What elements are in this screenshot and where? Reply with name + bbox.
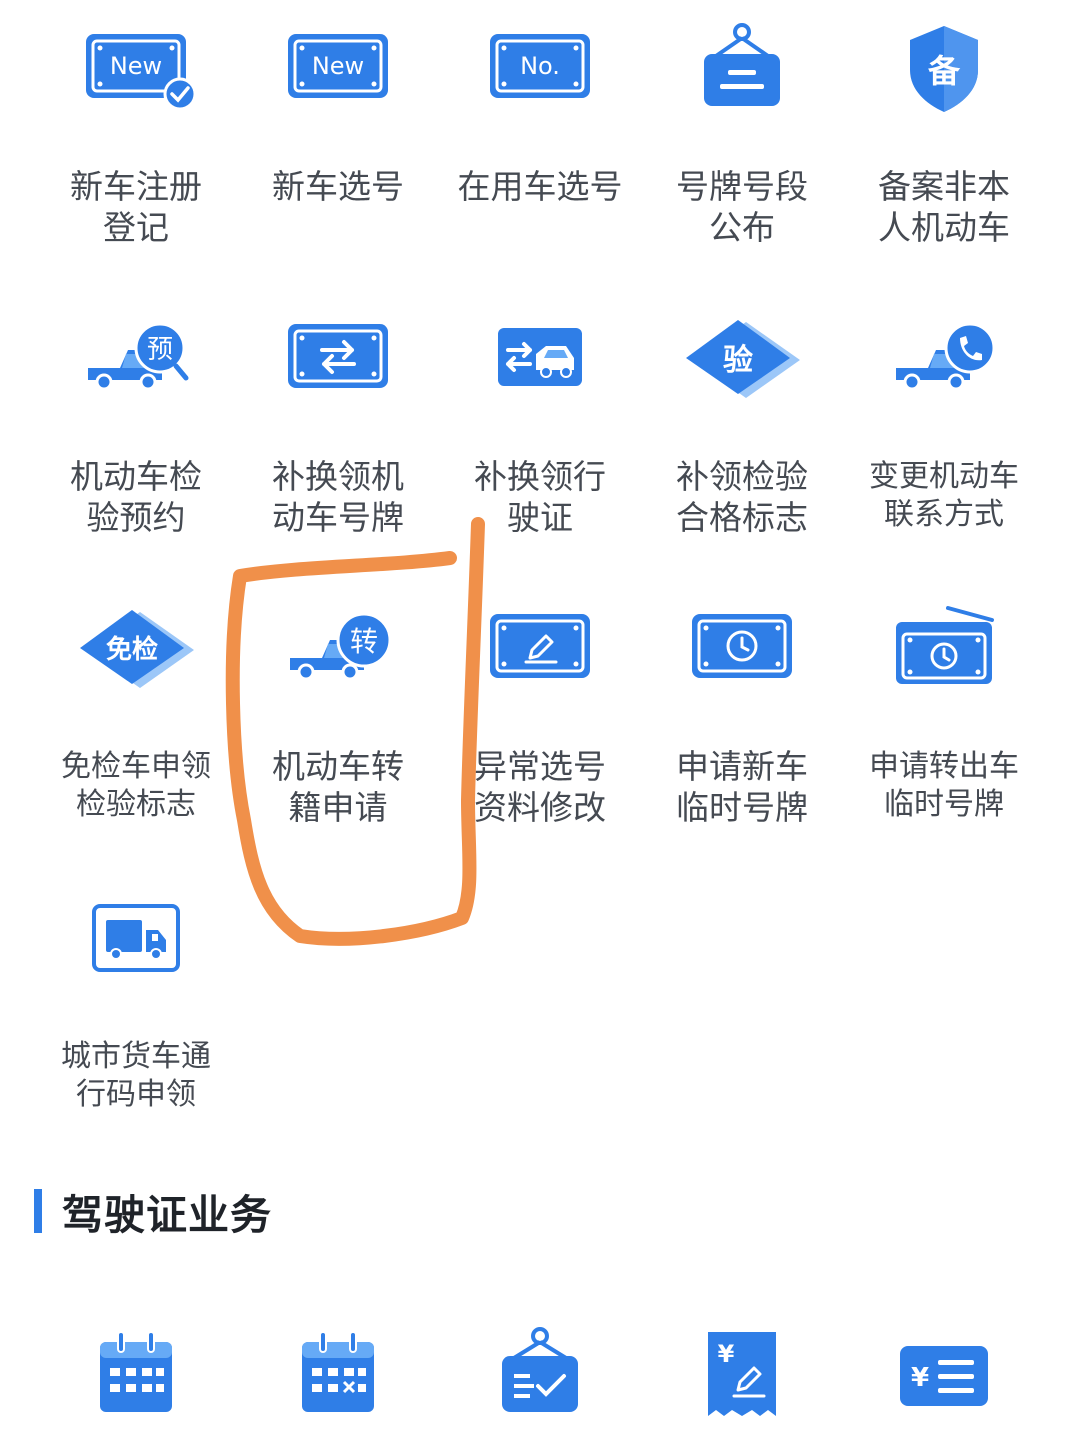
truck-phone-icon [884,310,1004,410]
badge-text: 验 [723,343,753,378]
new-plate-check-icon: New [76,20,196,120]
badge-text: New [110,52,162,80]
calendar-icon [76,1324,196,1424]
fee-list-icon: ¥ [884,1324,1004,1424]
tile-label: 补换领机 动车号牌 [272,457,404,537]
calendar-cancel-icon [278,1324,398,1424]
plate-edit-icon [480,600,600,700]
section-header-driving-license: 驾驶证业务 [34,1186,272,1239]
badge-text: New [312,52,364,80]
tile-label: 免检车申领 检验标志 [61,749,211,822]
tile-label: 变更机动车 联系方式 [869,459,1019,532]
hanging-sign-icon [682,20,802,120]
badge-text: 免检 [106,634,158,665]
tile-label: 备案非本 人机动车 [878,167,1010,247]
exempt-diamond-icon: 免检 [76,600,196,700]
badge-text: ¥ [718,1340,735,1368]
tile-label: 申请新车 临时号牌 [676,747,808,827]
tile-label: 城市货车通 行码申领 [61,1039,211,1112]
number-plate-icon: No. [480,20,600,120]
badge-text: 预 [147,335,173,365]
tile-label: 新车选号 [272,167,404,206]
tile-label: 机动车转 籍申请 [272,747,404,827]
temp-plate-clock-icon [682,600,802,700]
badge-text: 备 [928,52,961,90]
new-plate-icon: New [278,20,398,120]
plate-exchange-icon [278,310,398,410]
section-accent-bar [34,1189,42,1233]
inspection-diamond-icon: 验 [682,310,802,410]
tile-label: 机动车检 验预约 [70,457,202,537]
temp-plate-radio-icon [884,600,1004,700]
tile-label: 补领检验 合格标志 [676,457,808,537]
tile-label: 在用车选号 [457,167,623,206]
tile-label: 补换领行 驶证 [474,457,606,537]
tile-label: 新车注册 登记 [70,167,202,247]
tile-label: 异常选号 资料修改 [474,747,606,827]
section-title: 驾驶证业务 [62,1191,272,1239]
truck-appointment-icon: 预 [76,310,196,410]
record-shield-icon: 备 [884,20,1004,120]
license-exchange-icon [480,310,600,410]
badge-text: 转 [350,625,378,658]
badge-text: ¥ [911,1363,929,1393]
tile-label: 号牌号段 公布 [676,167,808,247]
fee-receipt-icon: ¥ [682,1324,802,1424]
tile-label: 申请转出车 临时号牌 [869,749,1019,822]
truck-transfer-icon: 转 [278,600,398,700]
cargo-truck-icon [76,890,196,990]
badge-text: No. [520,52,560,80]
checklist-sign-icon [480,1324,600,1424]
